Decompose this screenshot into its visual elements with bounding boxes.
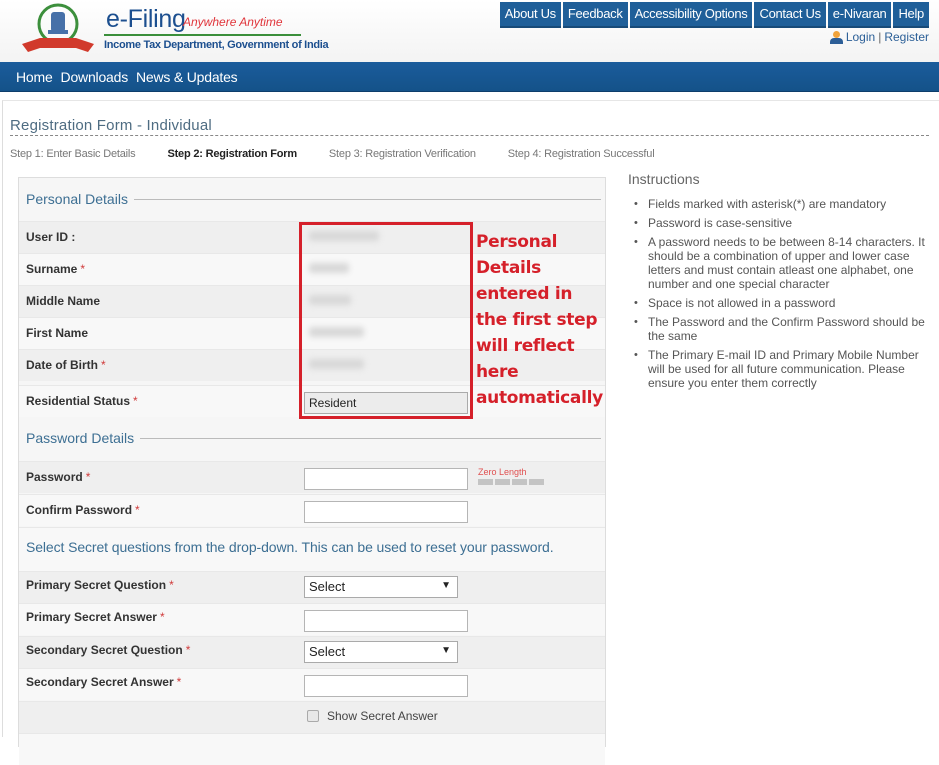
brand-title: e-Filing bbox=[106, 5, 186, 33]
page-title-divider bbox=[10, 135, 929, 136]
secret-questions-note: Select Secret questions from the drop-do… bbox=[26, 539, 554, 555]
strength-bar bbox=[512, 479, 527, 485]
date-of-birth-label: Date of Birth * bbox=[26, 358, 106, 372]
annotation-highlight-box bbox=[299, 222, 473, 419]
step-1: Step 1: Enter Basic Details bbox=[10, 148, 136, 160]
password-input[interactable] bbox=[304, 468, 468, 490]
main-nav-downloads[interactable]: Downloads bbox=[61, 69, 129, 85]
main-nav-home[interactable]: Home bbox=[16, 69, 53, 85]
password-strength-bars bbox=[478, 479, 544, 485]
strength-bar bbox=[478, 479, 493, 485]
password-details-heading-text: Password Details bbox=[26, 430, 135, 446]
top-nav: About Us Feedback Accessibility Options … bbox=[499, 2, 929, 28]
primary-answer-row: Primary Secret Answer * bbox=[19, 603, 605, 635]
top-nav-e-nivaran[interactable]: e-Nivaran bbox=[827, 2, 892, 28]
instruction-item: The Primary E-mail ID and Primary Mobile… bbox=[628, 348, 928, 390]
confirm-password-row: Confirm Password * bbox=[19, 494, 605, 526]
personal-details-heading-text: Personal Details bbox=[26, 191, 128, 207]
surname-label: Surname * bbox=[26, 262, 86, 276]
confirm-password-label: Confirm Password * bbox=[26, 503, 140, 517]
instruction-item: A password needs to be between 8-14 char… bbox=[628, 235, 928, 291]
brand-divider bbox=[104, 34, 301, 36]
secondary-question-select[interactable]: Select ▼ bbox=[304, 641, 458, 663]
step-4: Step 4: Registration Successful bbox=[507, 148, 655, 160]
password-label: Password * bbox=[26, 470, 91, 484]
show-answer-row: Show Secret Answer bbox=[19, 701, 605, 733]
main-nav-news-updates[interactable]: News & Updates bbox=[136, 69, 238, 85]
middle-name-label: Middle Name bbox=[26, 294, 101, 308]
login-link[interactable]: Login bbox=[846, 30, 875, 44]
user-id-label: User ID : bbox=[26, 230, 76, 244]
step-2-current: Step 2: Registration Form bbox=[167, 148, 297, 160]
confirm-password-input[interactable] bbox=[304, 501, 468, 523]
registration-steps: Step 1: Enter Basic Details Step 2: Regi… bbox=[10, 148, 686, 160]
first-name-label: First Name bbox=[26, 326, 89, 340]
residential-status-label: Residential Status * bbox=[26, 394, 138, 408]
top-nav-feedback[interactable]: Feedback bbox=[562, 2, 628, 28]
page-title: Registration Form - Individual bbox=[10, 117, 212, 134]
section-divider bbox=[133, 198, 601, 200]
register-link[interactable]: Register bbox=[884, 30, 929, 44]
password-strength-meter: Zero Length bbox=[478, 467, 544, 485]
site-header: e-Filing Anywhere Anytime Income Tax Dep… bbox=[0, 0, 939, 62]
brand-subtitle: Income Tax Department, Government of Ind… bbox=[104, 39, 329, 51]
section-divider bbox=[140, 437, 601, 439]
instruction-item: Fields marked with asterisk(*) are manda… bbox=[628, 197, 928, 211]
form-footer-row bbox=[19, 733, 605, 765]
secondary-question-row: Secondary Secret Question * Select ▼ bbox=[19, 636, 605, 668]
primary-question-row: Primary Secret Question * Select ▼ bbox=[19, 571, 605, 603]
show-secret-answer-label: Show Secret Answer bbox=[327, 709, 438, 723]
password-strength-text: Zero Length bbox=[478, 467, 527, 477]
personal-details-heading: Personal Details bbox=[26, 191, 601, 207]
password-row: Password * Zero Length bbox=[19, 461, 605, 493]
annotation-text: Personal Details entered in the first st… bbox=[476, 232, 603, 408]
top-nav-accessibility-options[interactable]: Accessibility Options bbox=[629, 2, 753, 28]
strength-bar bbox=[529, 479, 544, 485]
instruction-item: Space is not allowed in a password bbox=[628, 296, 928, 310]
login-register: Login | Register bbox=[829, 30, 929, 44]
income-tax-emblem-logo[interactable] bbox=[18, 2, 98, 58]
dropdown-arrow-icon: ▼ bbox=[441, 645, 451, 656]
strength-bar bbox=[495, 479, 510, 485]
show-secret-answer-toggle[interactable]: Show Secret Answer bbox=[307, 709, 438, 723]
secret-note-row: Select Secret questions from the drop-do… bbox=[19, 527, 605, 571]
user-icon bbox=[829, 30, 843, 44]
primary-question-selected: Select bbox=[309, 579, 346, 594]
secondary-question-label: Secondary Secret Question * bbox=[26, 643, 191, 657]
top-nav-contact-us[interactable]: Contact Us bbox=[754, 2, 826, 28]
instructions-panel: Instructions Fields marked with asterisk… bbox=[628, 171, 928, 395]
instructions-heading: Instructions bbox=[628, 171, 700, 187]
secondary-answer-row: Secondary Secret Answer * bbox=[19, 668, 605, 700]
secondary-answer-label: Secondary Secret Answer * bbox=[26, 675, 182, 689]
brand-tagline: Anywhere Anytime bbox=[183, 15, 283, 29]
show-secret-answer-checkbox[interactable] bbox=[307, 710, 319, 722]
instruction-item: The Password and the Confirm Password sh… bbox=[628, 315, 928, 343]
instructions-list: Fields marked with asterisk(*) are manda… bbox=[628, 197, 928, 390]
dropdown-arrow-icon: ▼ bbox=[441, 580, 451, 591]
main-nav: Home Downloads News & Updates bbox=[0, 62, 939, 92]
top-nav-about-us[interactable]: About Us bbox=[499, 2, 561, 28]
step-3: Step 3: Registration Verification bbox=[328, 148, 476, 160]
instruction-item: Password is case-sensitive bbox=[628, 216, 928, 230]
secondary-question-selected: Select bbox=[309, 644, 346, 659]
primary-answer-input[interactable] bbox=[304, 610, 468, 632]
primary-question-select[interactable]: Select ▼ bbox=[304, 576, 458, 598]
password-details-heading: Password Details bbox=[26, 430, 601, 446]
primary-question-label: Primary Secret Question * bbox=[26, 578, 174, 592]
login-separator: | bbox=[878, 30, 882, 44]
primary-answer-label: Primary Secret Answer * bbox=[26, 610, 165, 624]
secondary-answer-input[interactable] bbox=[304, 675, 468, 697]
top-nav-help[interactable]: Help bbox=[893, 2, 929, 28]
